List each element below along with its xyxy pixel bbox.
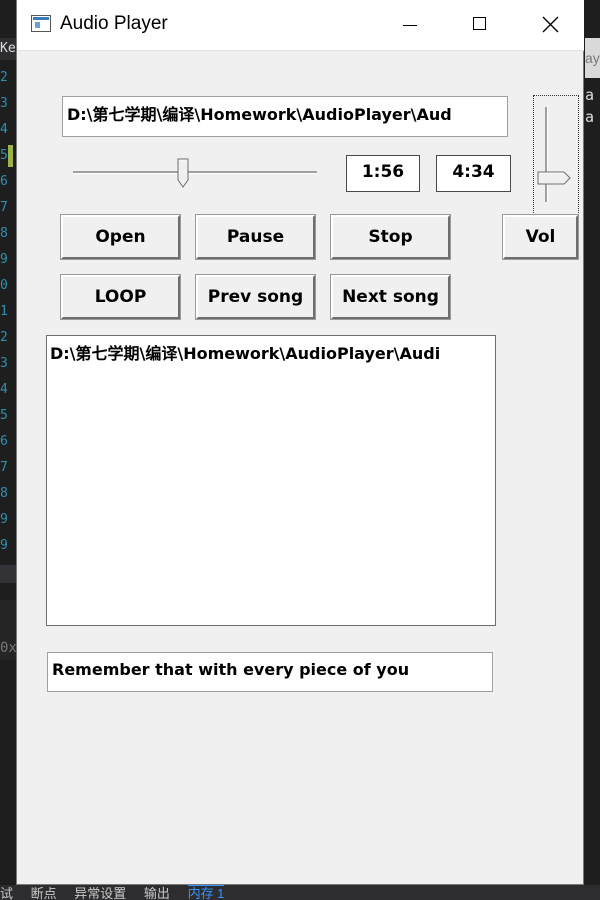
current-time-display: 1:56 [346,155,420,192]
background-editor-left: Ke 2345678901234567899 0x [0,0,17,900]
background-bottom-item: 输出 [143,886,170,900]
background-status-bar: 试 断点 异常设置 输出 内存 1 [0,885,600,900]
background-bottom-item: 异常设置 [74,886,127,900]
background-panel-text: 0x [0,640,17,656]
background-line-number: 7 [0,200,8,215]
lyric-field[interactable]: Remember that with every piece of you [47,652,493,692]
close-icon [542,16,559,33]
background-panel: 0x [0,600,17,660]
background-line-number: 8 [0,226,8,241]
close-button[interactable] [527,0,573,50]
position-slider-thumb[interactable] [177,158,189,188]
volume-slider-thumb[interactable] [537,171,571,185]
title-bar[interactable]: Audio Player [17,0,584,51]
total-time-display: 4:34 [436,155,511,192]
minimize-button[interactable] [387,0,433,50]
volume-button[interactable]: Vol [502,214,579,260]
maximize-button[interactable] [457,0,503,50]
background-line-number: 5 [0,408,8,423]
prev-song-button[interactable]: Prev song [195,274,316,320]
background-change-marker [8,145,13,167]
background-line-number: 9 [0,512,8,527]
background-bottom-item: 断点 [30,886,57,900]
app-window-icon [31,15,51,32]
file-path-field[interactable]: D:\第七学期\编译\Homework\AudioPlayer\Aud [62,96,508,137]
background-line-number: 2 [0,330,8,345]
playlist-item[interactable]: D:\第七学期\编译\Homework\AudioPlayer\Audi [47,336,495,368]
window-title: Audio Player [60,13,168,34]
stop-button[interactable]: Stop [330,214,451,260]
background-line-number: 3 [0,356,8,371]
background-line-number: 6 [0,174,8,189]
background-line-number: 8 [0,486,8,501]
background-line-number: 6 [0,434,8,449]
background-right-tab: ay [585,38,600,78]
background-line-number: 7 [0,460,8,475]
loop-button[interactable]: LOOP [60,274,181,320]
playlist-listbox[interactable]: D:\第七学期\编译\Homework\AudioPlayer\Audi [46,335,496,626]
next-song-button[interactable]: Next song [330,274,451,320]
background-tab: Ke [0,38,16,60]
background-line-number: 9 [0,252,8,267]
position-slider-track[interactable] [73,171,317,174]
open-button[interactable]: Open [60,214,181,260]
background-line-number: 3 [0,96,8,111]
pause-button[interactable]: Pause [195,214,316,260]
background-editor-right: ay a a [585,0,600,900]
background-line-number: 4 [0,382,8,397]
background-line-number: 9 [0,538,8,553]
background-line-number: 0 [0,278,8,293]
background-right-text: a [585,108,595,126]
background-right-text: a [585,86,595,104]
background-line-number: 2 [0,70,8,85]
volume-slider-focus[interactable] [533,95,579,215]
volume-slider-track[interactable] [545,107,548,202]
background-panel-header [0,565,16,583]
background-bottom-item-active: 内存 1 [187,885,225,900]
background-line-number: 4 [0,122,8,137]
background-line-number: 1 [0,304,8,319]
audio-player-window: Audio Player D:\第七学期\编译\Homework\AudioPl… [16,0,584,885]
background-bottom-item: 试 [0,886,14,900]
